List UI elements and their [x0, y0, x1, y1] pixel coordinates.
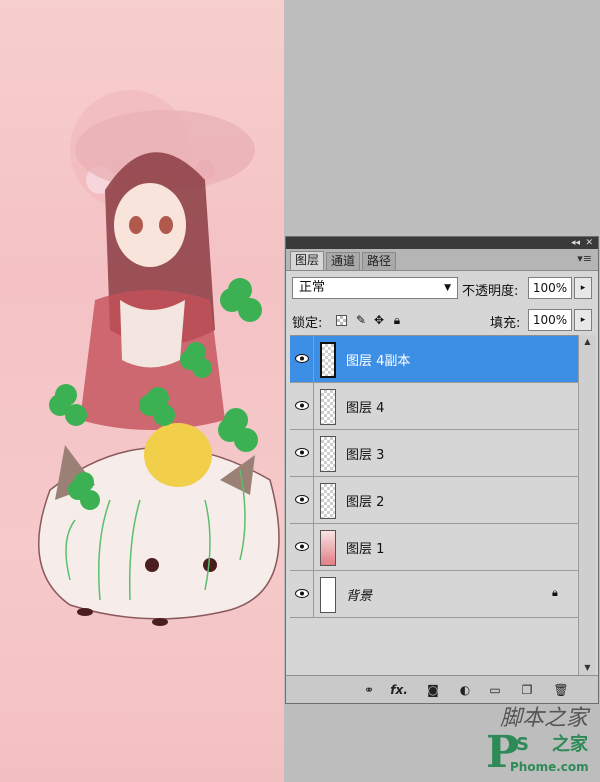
visibility-toggle[interactable] — [290, 336, 314, 382]
visibility-toggle[interactable] — [290, 383, 314, 429]
eye-icon — [295, 401, 309, 410]
lock-transparency-icon[interactable] — [336, 315, 347, 326]
fill-label: 填充: — [490, 316, 521, 331]
layer-thumbnail — [320, 483, 336, 519]
lock-label: 锁定: — [292, 316, 323, 331]
tab-layers[interactable]: 图层 — [290, 251, 325, 270]
opacity-label: 不透明度: — [462, 284, 519, 299]
eye-icon — [295, 495, 309, 504]
layer-thumbnail — [320, 342, 336, 378]
adjustment-icon[interactable]: ◐ — [456, 682, 474, 698]
lock-paint-icon[interactable]: ✎ — [354, 313, 368, 327]
layer-name: 背景 — [346, 589, 373, 604]
fx-icon[interactable]: fx. — [390, 682, 408, 698]
tab-channels[interactable]: 通道 — [326, 252, 361, 270]
layer-thumbnail — [320, 530, 336, 566]
layer-row[interactable]: 背景 🔒︎ — [290, 571, 578, 618]
layer-name: 图层 4 — [346, 401, 385, 416]
layer-name: 图层 2 — [346, 495, 385, 510]
trash-icon[interactable]: 🗑︎ — [552, 682, 570, 698]
tab-paths[interactable]: 路径 — [362, 252, 397, 270]
watermark-logo-zhi: 之家 — [552, 734, 588, 755]
layer-thumbnail — [320, 436, 336, 472]
panel-menu-icon[interactable]: ▾≡ — [577, 252, 592, 265]
layer-thumbnail — [320, 577, 336, 613]
eye-icon — [295, 542, 309, 551]
fill-input[interactable]: 100% — [528, 309, 572, 331]
close-icon[interactable]: ✕ — [585, 237, 593, 249]
visibility-toggle[interactable] — [290, 477, 314, 523]
eye-icon — [295, 589, 309, 598]
watermark-site: Phome.com — [510, 760, 589, 774]
opacity-stepper[interactable]: ▸ — [574, 277, 592, 299]
group-icon[interactable]: ▭ — [486, 682, 504, 698]
panel-tabbar: 图层 通道 路径 ▾≡ — [286, 249, 598, 271]
eye-icon — [295, 354, 309, 363]
layer-name: 图层 4副本 — [346, 354, 411, 369]
visibility-toggle[interactable] — [290, 524, 314, 570]
layers-panel: ◂◂ ✕ 图层 通道 路径 ▾≡ 正常 ▼ 不透明度: 100% ▸ 锁定: ✎… — [285, 236, 599, 704]
new-layer-icon[interactable]: ❐ — [518, 682, 536, 698]
layer-row[interactable]: 图层 3 — [290, 430, 578, 477]
layer-row[interactable]: 图层 2 — [290, 477, 578, 524]
mask-icon[interactable]: ◙ — [424, 682, 442, 698]
layer-row[interactable]: 图层 1 — [290, 524, 578, 571]
lock-row: 锁定: ✎ ✥ 🔒︎ 填充: 100% ▸ — [292, 309, 594, 331]
layer-row[interactable]: 图层 4 — [290, 383, 578, 430]
layer-row[interactable]: 图层 4副本 — [290, 336, 578, 383]
lock-icon: 🔒︎ — [552, 586, 558, 599]
eye-icon — [295, 448, 309, 457]
chevron-down-icon: ▼ — [444, 283, 451, 293]
visibility-toggle[interactable] — [290, 430, 314, 476]
watermark-logo: P S 之家 Phome.com — [486, 730, 598, 780]
blend-mode-dropdown[interactable]: 正常 ▼ — [292, 277, 458, 299]
blend-row: 正常 ▼ 不透明度: 100% ▸ — [292, 277, 594, 299]
visibility-toggle[interactable] — [290, 571, 314, 617]
panel-titlebar[interactable]: ◂◂ ✕ — [286, 237, 598, 249]
collapse-icon[interactable]: ◂◂ — [571, 237, 580, 249]
layers-scrollbar[interactable]: ▲ ▼ — [578, 335, 596, 675]
scroll-down-icon[interactable]: ▼ — [579, 661, 596, 675]
layer-name: 图层 1 — [346, 542, 385, 557]
scroll-up-icon[interactable]: ▲ — [579, 335, 596, 349]
artwork-illustration — [38, 90, 280, 626]
layers-list: 图层 4副本 图层 4 图层 3 图层 2 图层 1 背景 🔒︎ — [290, 335, 578, 675]
blend-mode-value: 正常 — [299, 280, 326, 295]
link-icon[interactable]: ⚭ — [360, 682, 378, 698]
layer-name: 图层 3 — [346, 448, 385, 463]
fill-stepper[interactable]: ▸ — [574, 309, 592, 331]
document-canvas[interactable] — [0, 0, 284, 782]
layer-thumbnail — [320, 389, 336, 425]
lock-move-icon[interactable]: ✥ — [372, 313, 386, 327]
layers-toolbar: ⚭ fx. ◙ ◐ ▭ ❐ 🗑︎ — [286, 675, 598, 703]
watermark-logo-s: S — [516, 734, 529, 755]
opacity-input[interactable]: 100% — [528, 277, 572, 299]
lock-all-icon[interactable]: 🔒︎ — [390, 313, 404, 327]
